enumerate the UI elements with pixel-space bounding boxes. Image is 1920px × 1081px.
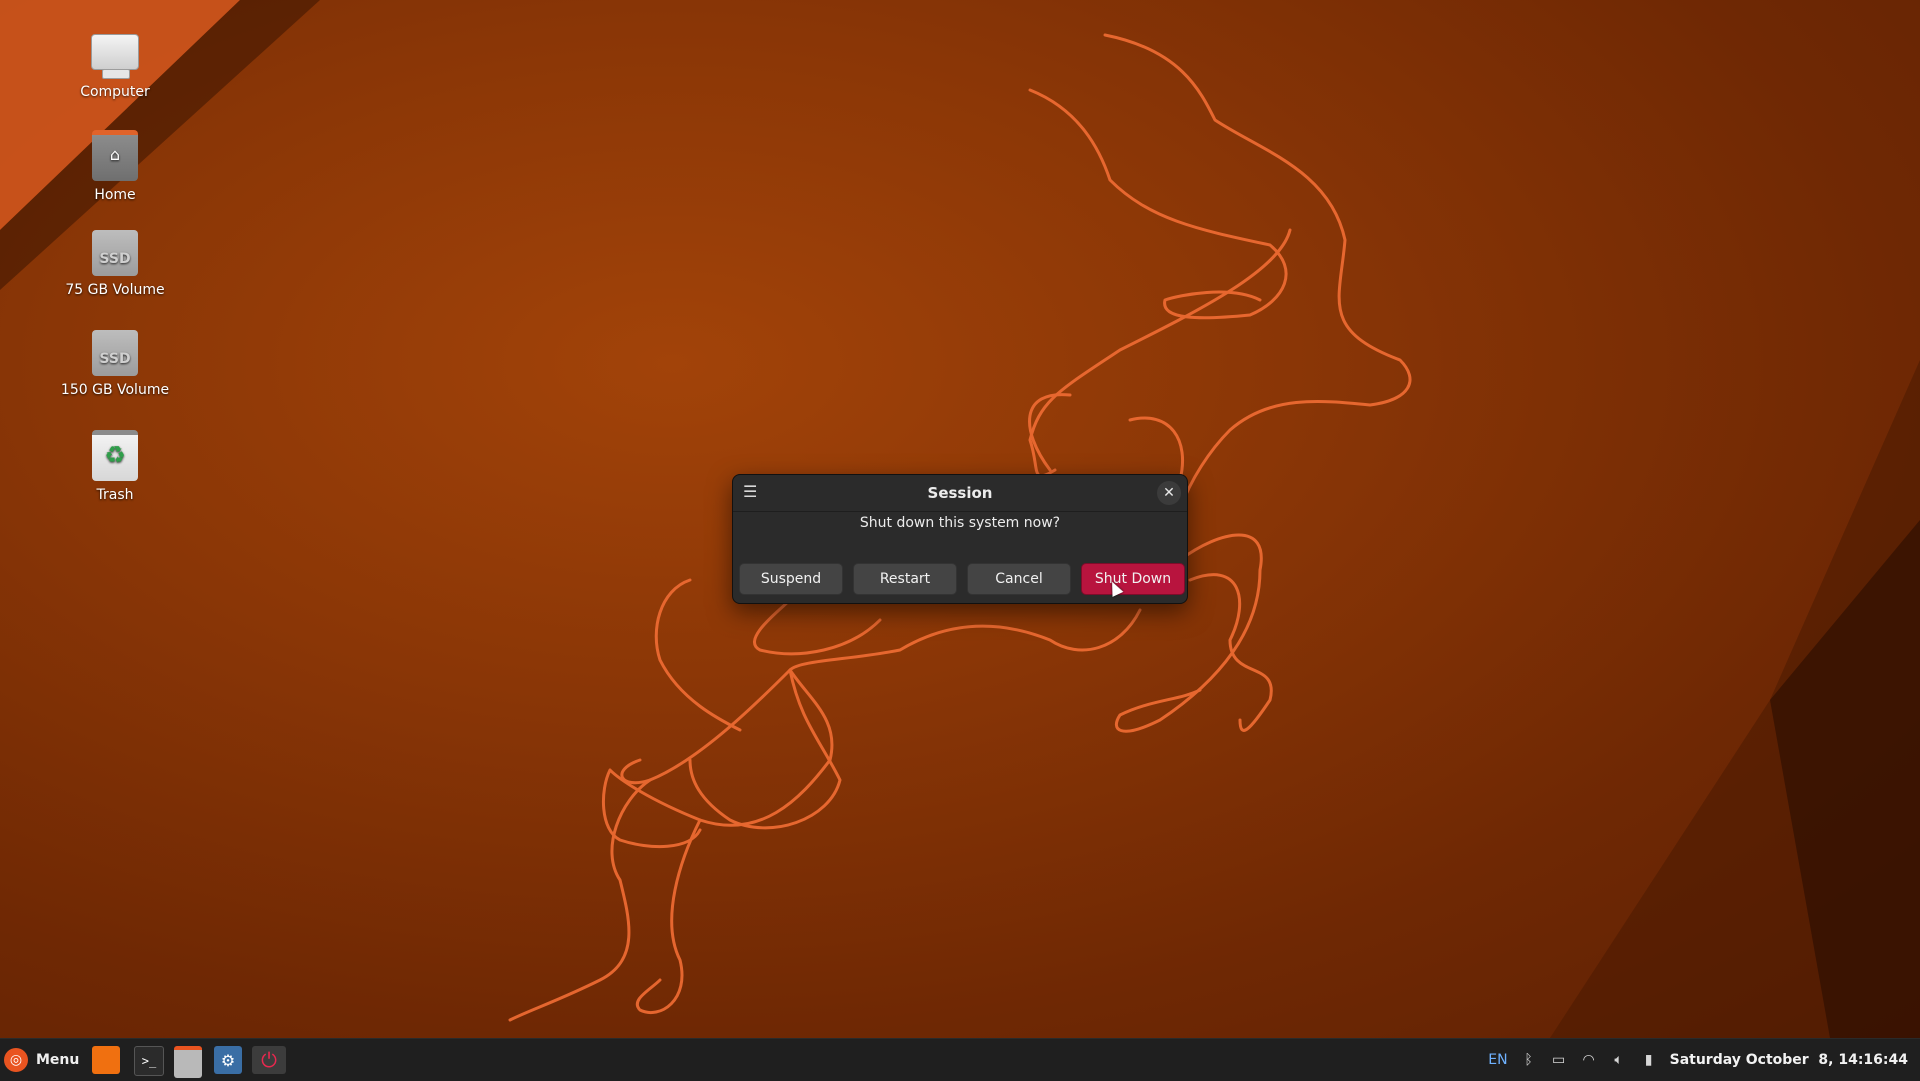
desktop-icon-trash[interactable]: ♻ Trash (40, 430, 190, 503)
taskbar: ◎ Menu >_ ⚙ ⏻ EN ᛒ ▭ ◠ 🔈︎ ▮ Saturday Oct… (0, 1038, 1920, 1081)
trash-icon: ♻ (92, 430, 138, 481)
desktop-background: Computer ⌂ Home SSD 75 GB Volume SSD 150… (0, 0, 1920, 1038)
wifi-icon[interactable]: ◠ (1580, 1051, 1598, 1069)
power-icon[interactable]: ⏻ (252, 1046, 286, 1074)
settings-app-icon[interactable]: ⚙ (214, 1046, 242, 1074)
battery-icon[interactable]: ▮ (1640, 1051, 1658, 1069)
dialog-title: Session (927, 484, 993, 502)
close-icon: ✕ (1163, 485, 1175, 501)
cancel-button[interactable]: Cancel (967, 563, 1071, 595)
display-icon[interactable]: ▭ (1550, 1051, 1568, 1069)
shut-down-button[interactable]: Shut Down (1081, 563, 1185, 595)
desktop-icon-computer[interactable]: Computer (40, 28, 190, 100)
dialog-message: Shut down this system now? (859, 515, 1061, 531)
menu-button[interactable]: ◎ Menu (4, 1045, 79, 1075)
ssd-drive-icon: SSD (92, 230, 138, 276)
terminal-icon[interactable]: >_ (134, 1046, 164, 1076)
desktop-icon-label: Home (94, 187, 136, 203)
show-desktop-icon[interactable] (92, 1046, 120, 1074)
close-button[interactable]: ✕ (1157, 481, 1181, 505)
desktop-icon-75gb-volume[interactable]: SSD 75 GB Volume (40, 230, 190, 298)
bluetooth-icon[interactable]: ᛒ (1520, 1051, 1538, 1069)
volume-icon[interactable]: 🔈︎ (1610, 1051, 1628, 1069)
desktop-icon-label: 150 GB Volume (60, 382, 170, 398)
dialog-header: ☰ Session ✕ (733, 475, 1187, 512)
home-folder-icon: ⌂ (92, 130, 138, 181)
desktop-icon-150gb-volume[interactable]: SSD 150 GB Volume (40, 330, 190, 398)
file-manager-icon[interactable] (174, 1046, 202, 1078)
ubuntu-logo-icon: ◎ (4, 1048, 28, 1072)
keyboard-layout-indicator[interactable]: EN (1488, 1052, 1507, 1068)
computer-icon (91, 34, 139, 79)
clock[interactable]: Saturday October 8, 14:16:44 (1670, 1052, 1908, 1068)
suspend-button[interactable]: Suspend (739, 563, 843, 595)
desktop-icon-label: Computer (80, 84, 150, 100)
system-tray: EN ᛒ ▭ ◠ 🔈︎ ▮ Saturday October 8, 14:16:… (1488, 1039, 1908, 1081)
menu-label: Menu (36, 1052, 80, 1068)
ssd-drive-icon: SSD (92, 330, 138, 376)
desktop-icon-label: Trash (96, 487, 134, 503)
desktop-icon-home[interactable]: ⌂ Home (40, 130, 190, 203)
restart-button[interactable]: Restart (853, 563, 957, 595)
desktop-icon-label: 75 GB Volume (65, 282, 165, 298)
